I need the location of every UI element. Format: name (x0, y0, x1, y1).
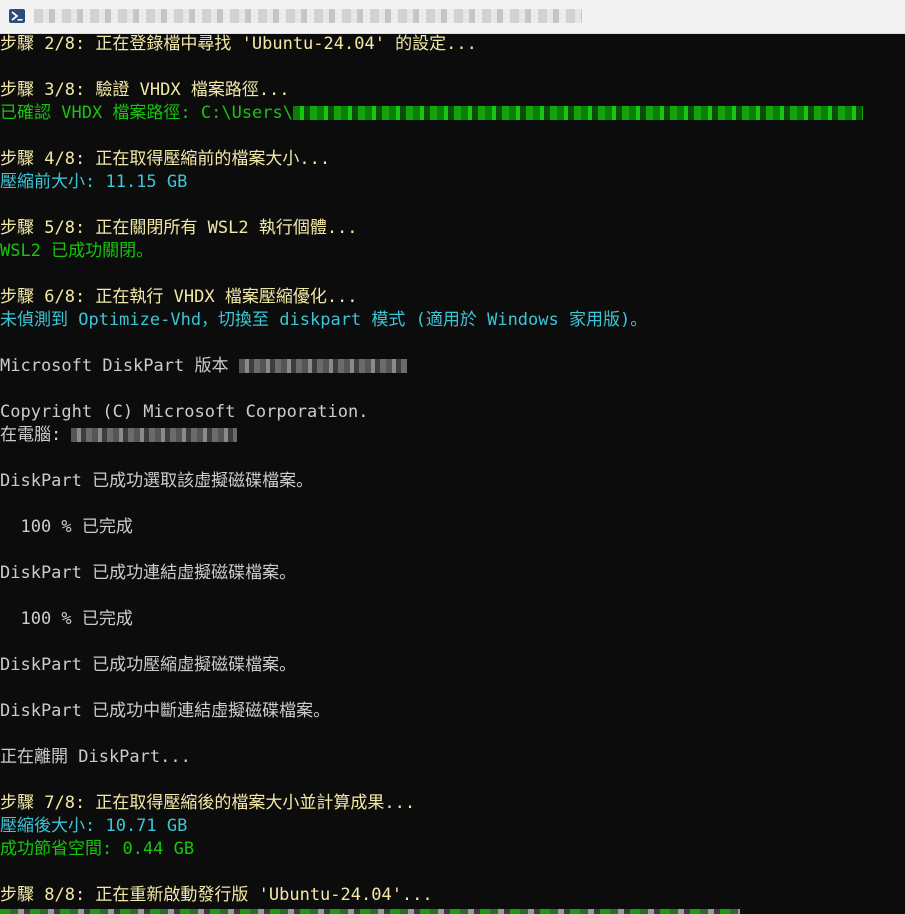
diskpart-version-redacted (238, 359, 407, 373)
progress-line-1: 100 % 已完成 (0, 517, 133, 537)
size-before-line: 壓縮前大小: 11.15 GB (0, 172, 188, 192)
step-2-line: 步驟 2/8: 正在登錄檔中尋找 'Ubuntu-24.04' 的設定... (0, 34, 477, 54)
copyright-line: Copyright (C) Microsoft Corporation. (0, 402, 369, 422)
step-8-line: 步驟 8/8: 正在重新啟動發行版 'Ubuntu-24.04'... (0, 885, 433, 905)
space-saved-line: 成功節省空間: 0.44 GB (0, 839, 195, 859)
computer-line: 在電腦: (0, 424, 238, 447)
wsl-shutdown-line: WSL2 已成功關閉。 (0, 241, 154, 261)
diskpart-detach-line: DiskPart 已成功中斷連結虛擬磁碟檔案。 (0, 701, 331, 721)
diskpart-version-line: Microsoft DiskPart 版本 (0, 355, 407, 378)
terminal-output[interactable]: 步驟 2/8: 正在登錄檔中尋找 'Ubuntu-24.04' 的設定... 步… (0, 33, 905, 914)
computer-label: 在電腦: (0, 425, 72, 445)
size-after-line: 壓縮後大小: 10.71 GB (0, 816, 188, 836)
step-5-line: 步驟 5/8: 正在關閉所有 WSL2 執行個體... (0, 218, 358, 238)
diskpart-mode-line: 未偵測到 Optimize-Vhd，切換至 diskpart 模式 (適用於 W… (0, 310, 648, 330)
step-4-line: 步驟 4/8: 正在取得壓縮前的檔案大小... (0, 149, 331, 169)
step-7-line: 步驟 7/8: 正在取得壓縮後的檔案大小並計算成果... (0, 793, 416, 813)
diskpart-select-line: DiskPart 已成功選取該虛擬磁碟檔案。 (0, 471, 314, 491)
computer-name-redacted (71, 428, 238, 442)
window-title-redacted (34, 9, 582, 23)
vhdx-path-label: 已確認 VHDX 檔案路徑: C:\Users\ (0, 103, 293, 123)
step-6-line: 步驟 6/8: 正在執行 VHDX 檔案壓縮優化... (0, 287, 358, 307)
diskpart-exit-line: 正在離開 DiskPart... (0, 747, 191, 767)
window-titlebar (0, 0, 905, 34)
diskpart-attach-line: DiskPart 已成功連結虛擬磁碟檔案。 (0, 563, 297, 583)
diskpart-version-label: Microsoft DiskPart 版本 (0, 356, 239, 376)
progress-line-2: 100 % 已完成 (0, 609, 133, 629)
diskpart-compact-line: DiskPart 已成功壓縮虛擬磁碟檔案。 (0, 655, 297, 675)
prompt-line-redacted (0, 909, 740, 914)
step-3-line: 步驟 3/8: 驗證 VHDX 檔案路徑... (0, 80, 290, 100)
vhdx-path-confirmed-line: 已確認 VHDX 檔案路徑: C:\Users\ (0, 102, 863, 125)
powershell-icon (9, 9, 25, 23)
vhdx-path-redacted (293, 106, 863, 120)
